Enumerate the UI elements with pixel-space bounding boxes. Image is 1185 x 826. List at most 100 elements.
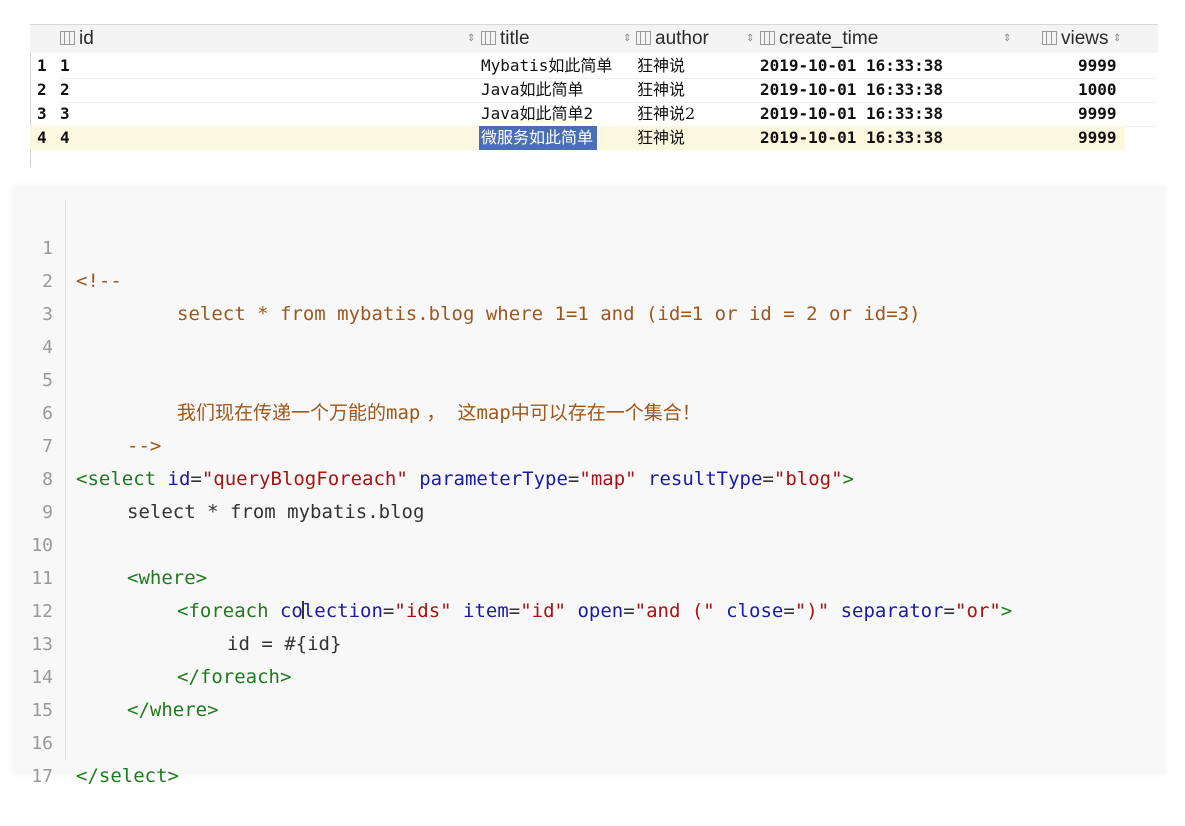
xml-attr: parameterType xyxy=(407,468,568,490)
code-line: 11 <foreach colection="ids" item="id" op… xyxy=(13,529,1012,622)
cell-views[interactable]: 9999 xyxy=(1078,126,1117,150)
xml-value: "and (" xyxy=(634,600,715,622)
xml-tag: <select xyxy=(76,468,157,490)
cell-id[interactable]: 2 xyxy=(60,78,70,102)
row-number: 3 xyxy=(37,104,47,123)
sort-icon[interactable]: ⇕ xyxy=(467,25,475,53)
xml-attr: separator xyxy=(829,600,944,622)
column-icon xyxy=(636,31,651,45)
cell-create-time[interactable]: 2019-10-01 16:33:38 xyxy=(760,54,943,78)
code-line: 13 </foreach> xyxy=(13,595,291,688)
table-row-selected[interactable]: 4 4 微服务如此简单 狂神说 2019-10-01 16:33:38 9999 xyxy=(30,126,1125,150)
cell-create-time[interactable]: 2019-10-01 16:33:38 xyxy=(760,126,943,150)
code-block[interactable]: 1 <!-- 2 select * from mybatis.blog wher… xyxy=(13,186,1165,787)
table-row[interactable]: 2 2 Java如此简单 狂神说 2019-10-01 16:33:38 100… xyxy=(30,78,1125,102)
xml-value: "or" xyxy=(955,600,1001,622)
code-line: 15 xyxy=(13,661,59,721)
comment-text: 中可以存在一个集合！ xyxy=(510,402,701,424)
column-header-author[interactable]: author xyxy=(636,25,709,53)
xml-value: "id" xyxy=(520,600,566,622)
code-text: <foreach colection="ids" item="id" open=… xyxy=(177,600,1013,622)
code-text: <select id="queryBlogForeach" parameterT… xyxy=(76,468,854,490)
column-icon xyxy=(1042,31,1057,45)
xml-attr: co xyxy=(268,600,303,622)
column-icon xyxy=(60,31,75,45)
xml-value: "queryBlogForeach" xyxy=(201,468,408,490)
table-row[interactable]: 3 3 Java如此简单2 狂神说2 2019-10-01 16:33:38 9… xyxy=(30,102,1125,126)
code-text: <!-- xyxy=(76,270,122,292)
cell-title[interactable]: Java如此简单2 xyxy=(481,102,593,126)
code-line: 2 select * from mybatis.blog where 1=1 a… xyxy=(13,232,920,325)
sort-icon[interactable]: ⇕ xyxy=(1003,25,1011,53)
code-text: id = #{id} xyxy=(227,633,342,655)
cell-id[interactable]: 3 xyxy=(60,102,70,126)
cell-title[interactable]: Java如此简单 xyxy=(481,78,584,102)
line-number: 17 xyxy=(31,766,53,787)
code-line: 6 --> xyxy=(13,364,161,457)
code-line: 8 select * from mybatis.blog xyxy=(13,430,424,523)
column-header-create-time[interactable]: create_time xyxy=(760,25,878,53)
sort-icon[interactable]: ⇕ xyxy=(623,25,631,53)
comment-text: 我们现在传递一个万能的 xyxy=(177,402,387,424)
code-text: --> xyxy=(127,435,162,457)
row-number: 2 xyxy=(37,80,47,99)
cell-id[interactable]: 1 xyxy=(60,54,70,78)
xml-attr: close xyxy=(714,600,784,622)
xml-attr: item xyxy=(451,600,509,622)
cell-author[interactable]: 狂神说 xyxy=(637,126,685,150)
row-number: 1 xyxy=(37,56,47,75)
code-line: 7 <select id="queryBlogForeach" paramete… xyxy=(13,397,854,490)
code-line: 14 </where> xyxy=(13,628,218,721)
column-icon xyxy=(481,31,496,45)
xml-tag: </select> xyxy=(76,765,179,787)
gutter-divider xyxy=(65,200,66,760)
grid-header: id ⇕ title ⇕ author ⇕ create_time ⇕ view… xyxy=(30,25,1158,53)
xml-attr: id xyxy=(156,468,191,490)
code-text: 我们现在传递一个万能的map ， 这map中可以存在一个集合！ xyxy=(177,397,701,430)
code-line: 16 </select> xyxy=(13,694,179,787)
sort-icon[interactable]: ⇕ xyxy=(746,25,754,53)
code-text: select * from mybatis.blog where 1=1 and… xyxy=(177,303,921,325)
cell-id[interactable]: 4 xyxy=(60,126,70,150)
cell-create-time[interactable]: 2019-10-01 16:33:38 xyxy=(760,102,943,126)
column-header-id[interactable]: id xyxy=(60,25,94,53)
xml-tag: </foreach> xyxy=(177,666,292,688)
sort-icon[interactable]: ⇕ xyxy=(1113,25,1121,53)
cell-author[interactable]: 狂神说2 xyxy=(637,102,695,126)
code-text: select * from mybatis.blog xyxy=(127,501,425,523)
xml-value: ")" xyxy=(794,600,830,622)
xml-attr: lection xyxy=(302,600,383,622)
xml-value: "blog" xyxy=(773,468,843,490)
code-line: 3 xyxy=(13,265,59,325)
xml-value: "map" xyxy=(579,468,637,490)
cell-title-selected[interactable]: 微服务如此简单 xyxy=(479,126,598,150)
xml-tag: > xyxy=(842,468,854,490)
cell-views[interactable]: 1000 xyxy=(1078,78,1117,102)
cell-author[interactable]: 狂神说 xyxy=(637,54,685,78)
result-grid: id ⇕ title ⇕ author ⇕ create_time ⇕ view… xyxy=(30,24,1158,167)
xml-tag: <foreach xyxy=(177,600,269,622)
cell-views[interactable]: 9999 xyxy=(1078,54,1117,78)
code-line: 1 <!-- xyxy=(13,199,122,292)
column-icon xyxy=(760,31,775,45)
comment-text: ， 这 xyxy=(420,402,477,424)
xml-attr: open xyxy=(566,600,624,622)
xml-tag: > xyxy=(1000,600,1013,622)
comment-text: map xyxy=(386,402,421,424)
table-row[interactable]: 1 1 Mybatis如此简单 狂神说 2019-10-01 16:33:38 … xyxy=(30,54,1125,78)
xml-value: "ids" xyxy=(394,600,452,622)
cell-views[interactable]: 9999 xyxy=(1078,102,1117,126)
code-line: 12 id = #{id} xyxy=(13,562,341,655)
xml-tag: <where> xyxy=(127,567,208,589)
cell-author[interactable]: 狂神说 xyxy=(637,78,685,102)
code-line: 5 我们现在传递一个万能的map ， 这map中可以存在一个集合！ xyxy=(13,331,701,424)
code-line: 9 xyxy=(13,463,59,523)
column-header-title[interactable]: title xyxy=(481,25,530,53)
column-header-views[interactable]: views xyxy=(1042,25,1109,53)
cell-title[interactable]: Mybatis如此简单 xyxy=(481,54,612,78)
row-number: 4 xyxy=(37,128,47,147)
xml-attr: resultType xyxy=(636,468,763,490)
comment-text: map xyxy=(476,402,511,424)
cell-create-time[interactable]: 2019-10-01 16:33:38 xyxy=(760,78,943,102)
code-line: 10 <where> xyxy=(13,496,207,589)
